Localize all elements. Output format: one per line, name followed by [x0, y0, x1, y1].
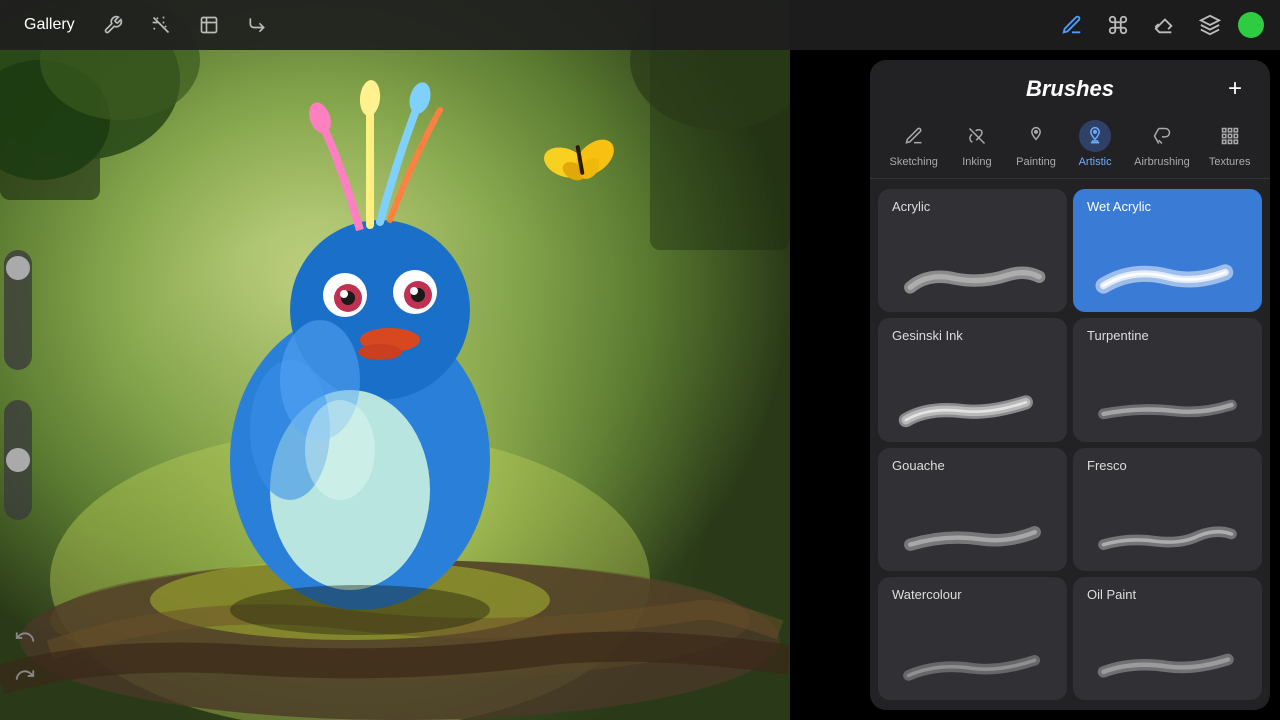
brush-item-acrylic[interactable]: Acrylic: [878, 189, 1067, 312]
brush-item-turpentine[interactable]: Turpentine: [1073, 318, 1262, 441]
brush-item-gouache[interactable]: Gouache: [878, 448, 1067, 571]
brush-name-acrylic: Acrylic: [892, 199, 1053, 214]
brush-name-gesinski-ink: Gesinski Ink: [892, 328, 1053, 343]
brush-stroke-oil-paint: [1087, 642, 1248, 692]
brush-name-gouache: Gouache: [892, 458, 1053, 473]
brush-stroke-turpentine: [1087, 384, 1248, 434]
airbrushing-label: Airbrushing: [1134, 156, 1190, 168]
brush-name-watercolour: Watercolour: [892, 587, 1053, 602]
wrench-tool-button[interactable]: [95, 7, 131, 43]
textures-icon: [1214, 120, 1246, 152]
category-tab-sketching[interactable]: Sketching: [882, 116, 946, 172]
brush-stroke-watercolour: [892, 642, 1053, 692]
brush-item-watercolour[interactable]: Watercolour: [878, 577, 1067, 700]
undo-button[interactable]: [10, 622, 40, 652]
brush-name-wet-acrylic: Wet Acrylic: [1087, 199, 1248, 214]
brushes-header: Brushes +: [870, 60, 1270, 110]
inking-icon: [961, 120, 993, 152]
brush-categories: Sketching Inking Painting: [870, 110, 1270, 179]
eraser-tool-button[interactable]: [1146, 7, 1182, 43]
brush-stroke-acrylic: [892, 254, 1053, 304]
right-toolbar: [1054, 7, 1264, 43]
airbrushing-icon: [1146, 120, 1178, 152]
gallery-button[interactable]: Gallery: [16, 12, 83, 38]
category-tab-airbrushing[interactable]: Airbrushing: [1126, 116, 1198, 172]
arrow-button[interactable]: [239, 7, 275, 43]
toolbar: Gallery: [0, 0, 1280, 50]
brushes-title: Brushes: [920, 76, 1220, 102]
canvas-area[interactable]: [0, 0, 790, 720]
brush-stroke-fresco: [1087, 513, 1248, 563]
brushes-panel: Brushes + Sketching Inking: [870, 60, 1270, 710]
size-slider[interactable]: [4, 250, 32, 370]
brush-tool-button[interactable]: [1100, 7, 1136, 43]
artistic-label: Artistic: [1079, 156, 1112, 168]
brush-stroke-gesinski-ink: [892, 384, 1053, 434]
brush-list: Acrylic Wet Acrylic Gesinski Ink: [870, 179, 1270, 710]
left-sidebar: [0, 50, 36, 720]
pencil-tool-button[interactable]: [1054, 7, 1090, 43]
magic-wand-button[interactable]: [143, 7, 179, 43]
category-tab-painting[interactable]: Painting: [1008, 116, 1064, 172]
brush-item-gesinski-ink[interactable]: Gesinski Ink: [878, 318, 1067, 441]
category-tab-textures[interactable]: Textures: [1201, 116, 1259, 172]
painting-icon: [1020, 120, 1052, 152]
brush-item-wet-acrylic[interactable]: Wet Acrylic: [1073, 189, 1262, 312]
undo-redo-controls: [10, 622, 40, 690]
smudge-button[interactable]: [191, 7, 227, 43]
add-brush-button[interactable]: +: [1220, 74, 1250, 104]
brush-name-oil-paint: Oil Paint: [1087, 587, 1248, 602]
opacity-slider[interactable]: [4, 400, 32, 520]
sketching-label: Sketching: [890, 156, 938, 168]
textures-label: Textures: [1209, 156, 1251, 168]
redo-button[interactable]: [10, 660, 40, 690]
inking-label: Inking: [962, 156, 991, 168]
artistic-icon: [1079, 120, 1111, 152]
brush-stroke-gouache: [892, 513, 1053, 563]
category-tab-artistic[interactable]: Artistic: [1067, 116, 1123, 172]
layers-button[interactable]: [1192, 7, 1228, 43]
brush-item-fresco[interactable]: Fresco: [1073, 448, 1262, 571]
brush-item-oil-paint[interactable]: Oil Paint: [1073, 577, 1262, 700]
color-button[interactable]: [1238, 12, 1264, 38]
brush-name-turpentine: Turpentine: [1087, 328, 1248, 343]
brush-stroke-wet-acrylic: [1087, 254, 1248, 304]
sketching-icon: [898, 120, 930, 152]
category-tab-inking[interactable]: Inking: [949, 116, 1005, 172]
brush-name-fresco: Fresco: [1087, 458, 1248, 473]
painting-label: Painting: [1016, 156, 1056, 168]
